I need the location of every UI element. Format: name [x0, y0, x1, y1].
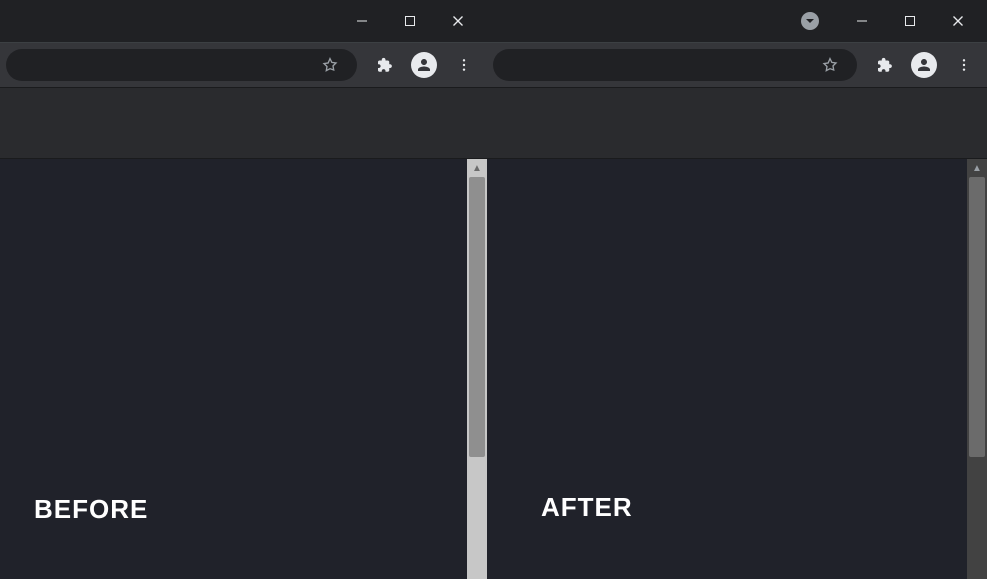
viewport-right: AFTER: [487, 159, 967, 579]
viewport-left: BEFORE: [0, 159, 467, 579]
bookmark-bar-left: [0, 88, 487, 159]
label-after: AFTER: [541, 492, 633, 523]
label-before: BEFORE: [34, 494, 148, 525]
bookmark-bar-right: [487, 88, 987, 159]
content-area-left: BEFORE ▲: [0, 159, 487, 579]
account-icon: [915, 56, 933, 74]
tab-search-button[interactable]: [801, 12, 819, 30]
content-area-right: AFTER ▲: [487, 159, 987, 579]
scroll-track-left[interactable]: [467, 177, 487, 579]
profile-avatar: [411, 52, 437, 78]
maximize-button-right[interactable]: [887, 5, 933, 37]
close-button[interactable]: [435, 5, 481, 37]
chevron-down-icon: [805, 16, 815, 26]
omnibox-right[interactable]: [493, 49, 857, 81]
titlebar-left: [0, 0, 487, 42]
extensions-button[interactable]: [367, 48, 401, 82]
minimize-button-right[interactable]: [839, 5, 885, 37]
scroll-up-right[interactable]: ▲: [967, 159, 987, 177]
profile-button-right[interactable]: [907, 48, 941, 82]
scroll-track-right[interactable]: [967, 177, 987, 579]
profile-button[interactable]: [407, 48, 441, 82]
account-icon: [415, 56, 433, 74]
menu-button-right[interactable]: [947, 48, 981, 82]
bookmark-star-button-right[interactable]: [813, 48, 847, 82]
comparison-canvas: BEFORE ▲: [0, 0, 987, 579]
puzzle-icon: [875, 56, 893, 74]
window-before: BEFORE ▲: [0, 0, 487, 579]
menu-button[interactable]: [447, 48, 481, 82]
minimize-icon: [356, 15, 368, 27]
close-button-right[interactable]: [935, 5, 981, 37]
close-icon: [952, 15, 964, 27]
scrollbar-right[interactable]: ▲: [967, 159, 987, 579]
profile-avatar-right: [911, 52, 937, 78]
toolbar-left: [0, 42, 487, 88]
minimize-button[interactable]: [339, 5, 385, 37]
scroll-thumb-right[interactable]: [969, 177, 985, 457]
omnibox-left[interactable]: [6, 49, 357, 81]
puzzle-icon: [375, 56, 393, 74]
minimize-icon: [856, 15, 868, 27]
scrollbar-left[interactable]: ▲: [467, 159, 487, 579]
toolbar-right: [487, 42, 987, 88]
dots-vertical-icon: [956, 57, 972, 73]
maximize-icon: [404, 15, 416, 27]
scroll-thumb-left[interactable]: [469, 177, 485, 457]
close-icon: [452, 15, 464, 27]
star-icon: [821, 56, 839, 74]
window-after: AFTER ▲: [487, 0, 987, 579]
titlebar-right: [487, 0, 987, 42]
scroll-up-left[interactable]: ▲: [467, 159, 487, 177]
extensions-button-right[interactable]: [867, 48, 901, 82]
dots-vertical-icon: [456, 57, 472, 73]
star-icon: [321, 56, 339, 74]
maximize-button[interactable]: [387, 5, 433, 37]
bookmark-star-button[interactable]: [313, 48, 347, 82]
maximize-icon: [904, 15, 916, 27]
